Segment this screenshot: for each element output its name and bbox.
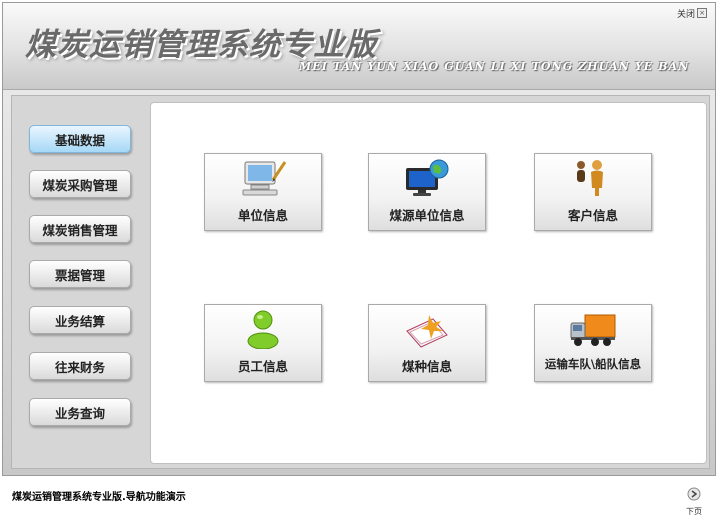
- sidebar-item-invoice[interactable]: 票据管理: [29, 260, 131, 288]
- tile-coal-type-info[interactable]: 煤种信息: [368, 304, 486, 382]
- tile-unit-info[interactable]: 单位信息: [204, 153, 322, 231]
- monitor-globe-icon: [406, 159, 449, 196]
- sidebar-item-label: 往来财务: [54, 359, 105, 375]
- next-page-button[interactable]: 下页: [682, 486, 706, 517]
- sidebar-item-coal-purchase[interactable]: 煤炭采购管理: [29, 170, 131, 198]
- main-window: 煤炭运销管理系统专业版 MEI TAN YUN XIAO GUAN LI XI …: [2, 2, 716, 476]
- sidebar-item-label: 业务结算: [54, 313, 105, 329]
- app-title: 煤炭运销管理系统专业版: [25, 27, 377, 63]
- tile-label: 单位信息: [237, 208, 288, 223]
- sidebar-item-label: 票据管理: [54, 267, 105, 283]
- sidebar-item-finance[interactable]: 往来财务: [29, 352, 131, 380]
- sidebar-item-label: 基础数据: [54, 132, 105, 148]
- status-bar: 煤炭运销管理系统专业版.导航功能演示 下页: [0, 476, 720, 520]
- tile-label: 煤种信息: [401, 359, 452, 374]
- body-area: 基础数据 煤炭采购管理 煤炭销售管理 票据管理 业务结算 往来财务 业务查询 单…: [11, 95, 710, 469]
- user-icon: [247, 310, 279, 349]
- app-title-pinyin: MEI TAN YUN XIAO GUAN LI XI TONG ZHUAN Y…: [299, 60, 690, 73]
- tile-customer-info[interactable]: 客户信息: [534, 153, 652, 231]
- tile-label: 员工信息: [237, 359, 288, 374]
- tile-label: 客户信息: [567, 208, 618, 223]
- tile-transport-fleet-info[interactable]: 运输车队\船队信息: [534, 304, 652, 382]
- tile-employee-info[interactable]: 员工信息: [204, 304, 322, 382]
- tile-label: 运输车队\船队信息: [544, 357, 642, 371]
- tile-label: 煤源单位信息: [389, 208, 465, 223]
- close-label: 关闭: [676, 9, 695, 20]
- close-button[interactable]: 关闭 ×: [677, 6, 707, 20]
- sidebar-item-label: 业务查询: [54, 405, 105, 421]
- sidebar-item-basic-data[interactable]: 基础数据: [29, 125, 131, 153]
- sidebar: 基础数据 煤炭采购管理 煤炭销售管理 票据管理 业务结算 往来财务 业务查询: [12, 96, 148, 468]
- sidebar-item-label: 煤炭采购管理: [42, 177, 118, 193]
- sidebar-item-coal-sales[interactable]: 煤炭销售管理: [29, 215, 131, 243]
- next-page-label: 下页: [686, 507, 702, 516]
- next-arrow-icon: [687, 487, 701, 501]
- truck-icon: [570, 314, 616, 346]
- notebook-leaf-icon: [406, 315, 448, 348]
- close-icon: ×: [697, 8, 707, 18]
- tile-coal-source-info[interactable]: 煤源单位信息: [368, 153, 486, 231]
- sidebar-item-settlement[interactable]: 业务结算: [29, 306, 131, 334]
- computer-pen-icon: [242, 161, 287, 196]
- status-text: 煤炭运销管理系统专业版.导航功能演示: [12, 492, 186, 503]
- app-header: 煤炭运销管理系统专业版 MEI TAN YUN XIAO GUAN LI XI …: [3, 3, 715, 90]
- sidebar-item-label: 煤炭销售管理: [42, 222, 118, 238]
- sidebar-item-query[interactable]: 业务查询: [29, 398, 131, 426]
- content-panel: 单位信息 煤源单位信息 客户信息 员工信息 煤种信息 运输车队\船队信息: [150, 102, 707, 464]
- people-icon: [577, 160, 603, 196]
